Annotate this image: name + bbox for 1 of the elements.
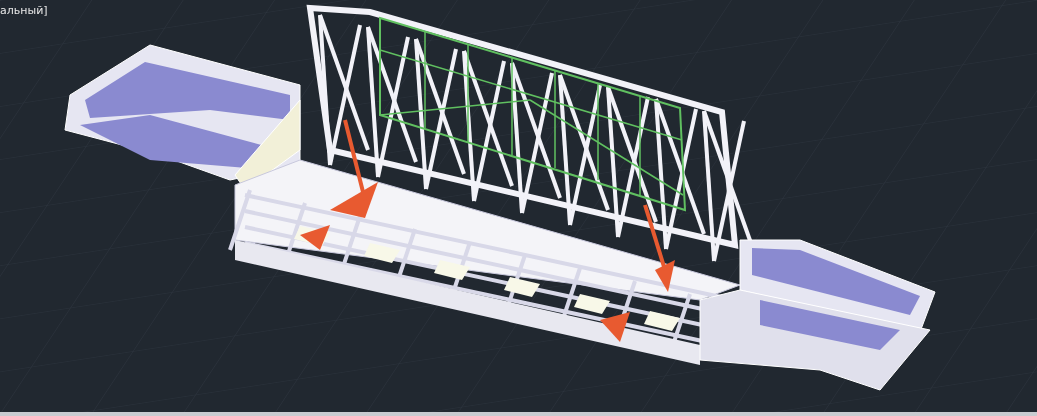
viewport-label[interactable]: альный] (0, 4, 48, 17)
